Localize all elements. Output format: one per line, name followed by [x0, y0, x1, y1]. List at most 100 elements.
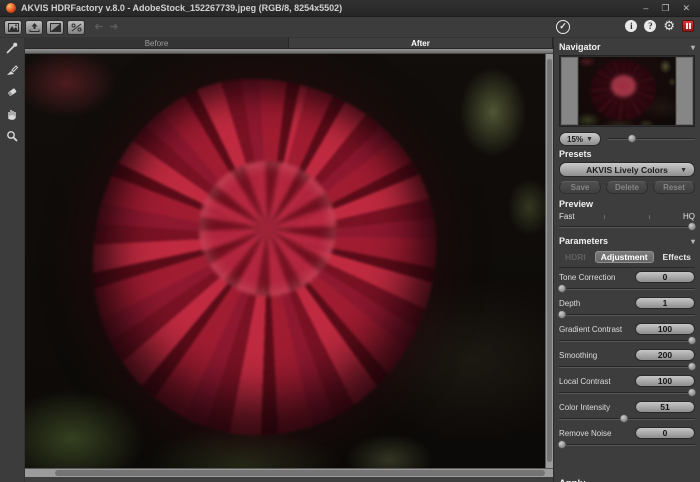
navigator-rose-photo — [579, 57, 675, 125]
navigator-rose-center — [611, 75, 636, 97]
toolbar: ➜ ➜ ✓ i ? ⚙ — [0, 17, 700, 38]
redo-icon[interactable]: ➜ — [109, 22, 118, 33]
delete-preset-button[interactable]: Delete — [606, 181, 648, 194]
save-image-button[interactable] — [25, 20, 43, 35]
eraser-tool[interactable] — [4, 86, 20, 102]
parameter-slider[interactable] — [559, 310, 695, 320]
window-controls: – ❐ ✕ — [643, 3, 694, 13]
parameter-value-box[interactable]: 1 — [635, 297, 695, 309]
parameter-value-box[interactable]: 0 — [635, 427, 695, 439]
zoom-tool[interactable] — [4, 130, 20, 146]
reset-preset-button[interactable]: Reset — [653, 181, 695, 194]
tab-hdri[interactable]: HDRI — [559, 251, 592, 263]
parameter-value-box[interactable]: 100 — [635, 375, 695, 387]
chevron-down-icon[interactable]: ▾ — [691, 43, 695, 52]
parameter-row: Depth 1 — [559, 296, 695, 320]
parameter-label: Local Contrast — [559, 377, 611, 386]
rose-photo — [25, 54, 545, 468]
slider-handle[interactable] — [628, 134, 637, 143]
parameter-row: Color Intensity 51 — [559, 400, 695, 424]
preset-selected-value: AKVIS Lively Colors — [586, 165, 668, 175]
share-icon — [71, 23, 82, 32]
parameter-slider[interactable] — [559, 284, 695, 294]
vertical-scroll-thumb[interactable] — [547, 59, 552, 462]
parameter-slider[interactable] — [559, 362, 695, 372]
slider-handle[interactable] — [557, 440, 566, 449]
preset-buttons: Save Delete Reset — [559, 181, 695, 194]
slider-handle[interactable] — [688, 222, 697, 231]
horizontal-scroll-thumb[interactable] — [55, 470, 545, 476]
parameter-value-box[interactable]: 0 — [635, 271, 695, 283]
run-processing-button[interactable]: ✓ — [556, 20, 570, 34]
slider-handle[interactable] — [557, 284, 566, 293]
navigator-zoom-slider[interactable] — [608, 134, 695, 144]
navigator-header: Navigator ▾ — [559, 42, 695, 52]
navigator-preview[interactable] — [559, 55, 695, 127]
parameter-label: Depth — [559, 299, 580, 308]
history-brush-tool[interactable] — [4, 64, 20, 80]
hand-tool[interactable] — [4, 108, 20, 124]
slider-track — [559, 392, 695, 394]
parameter-value-box[interactable]: 200 — [635, 349, 695, 361]
preview-header: Preview — [559, 199, 695, 209]
bottom-gap — [25, 477, 553, 482]
pin-brush-icon — [5, 41, 19, 60]
maximize-button[interactable]: ❐ — [661, 3, 669, 13]
parameters-header: Parameters ▾ — [559, 236, 695, 246]
zoom-level-dropdown[interactable]: 15% ▼ — [559, 132, 601, 146]
parameter-label: Remove Noise — [559, 429, 611, 438]
tab-before[interactable]: Before — [25, 38, 289, 49]
history-brush-icon — [5, 63, 19, 82]
tab-after[interactable]: After — [289, 38, 553, 49]
print-icon — [50, 23, 61, 32]
preset-dropdown[interactable]: AKVIS Lively Colors ▼ — [559, 162, 695, 177]
pin-brush-tool[interactable] — [4, 42, 20, 58]
parameter-slider[interactable] — [559, 414, 695, 424]
close-button[interactable]: ✕ — [682, 3, 690, 13]
vertical-scrollbar[interactable] — [545, 54, 553, 468]
akvis-badge-icon[interactable] — [682, 20, 694, 32]
navigator-thumbnail[interactable] — [579, 57, 675, 125]
parameter-value-box[interactable]: 51 — [635, 401, 695, 413]
save-preset-button[interactable]: Save — [559, 181, 601, 194]
apply-section: Apply The button applies the result to t… — [559, 478, 695, 482]
akvis-sphere-icon — [6, 3, 16, 13]
chevron-down-icon[interactable]: ▾ — [691, 237, 695, 246]
preview-quality-slider[interactable] — [559, 222, 695, 233]
slider-track — [608, 138, 695, 140]
apply-title: Apply — [559, 478, 695, 482]
navigator-rose-flower — [591, 61, 654, 119]
info-icon[interactable]: i — [625, 20, 637, 32]
hand-icon — [5, 107, 19, 126]
tab-effects[interactable]: Effects — [657, 251, 697, 263]
window-title: AKVIS HDRFactory v.8.0 - AdobeStock_1522… — [21, 3, 342, 13]
tick-mark — [649, 215, 650, 219]
after-image-view[interactable] — [25, 54, 545, 468]
undo-icon[interactable]: ➜ — [94, 22, 103, 33]
slider-track — [559, 226, 695, 228]
parameter-slider[interactable] — [559, 336, 695, 346]
navigator-title: Navigator — [559, 42, 601, 52]
slider-handle[interactable] — [688, 336, 697, 345]
navigator-mask-right — [676, 57, 693, 125]
slider-handle[interactable] — [688, 362, 697, 371]
horizontal-scrollbar[interactable] — [25, 468, 553, 477]
settings-gear-icon[interactable]: ⚙ — [663, 20, 675, 32]
parameter-value-box[interactable]: 100 — [635, 323, 695, 335]
slider-handle[interactable] — [557, 310, 566, 319]
parameter-label: Tone Correction — [559, 273, 615, 282]
parameter-slider[interactable] — [559, 440, 695, 450]
slider-track — [559, 366, 695, 368]
open-image-button[interactable] — [4, 20, 22, 35]
share-button[interactable] — [67, 20, 85, 35]
help-icon[interactable]: ? — [644, 20, 656, 32]
slider-handle[interactable] — [688, 388, 697, 397]
print-button[interactable] — [46, 20, 64, 35]
tab-adjustment[interactable]: Adjustment — [595, 251, 654, 263]
eraser-icon — [5, 85, 19, 104]
parameter-slider[interactable] — [559, 388, 695, 398]
minimize-button[interactable]: – — [643, 3, 648, 13]
parameter-label: Gradient Contrast — [559, 325, 622, 334]
save-image-icon — [29, 23, 40, 32]
slider-handle[interactable] — [620, 414, 629, 423]
